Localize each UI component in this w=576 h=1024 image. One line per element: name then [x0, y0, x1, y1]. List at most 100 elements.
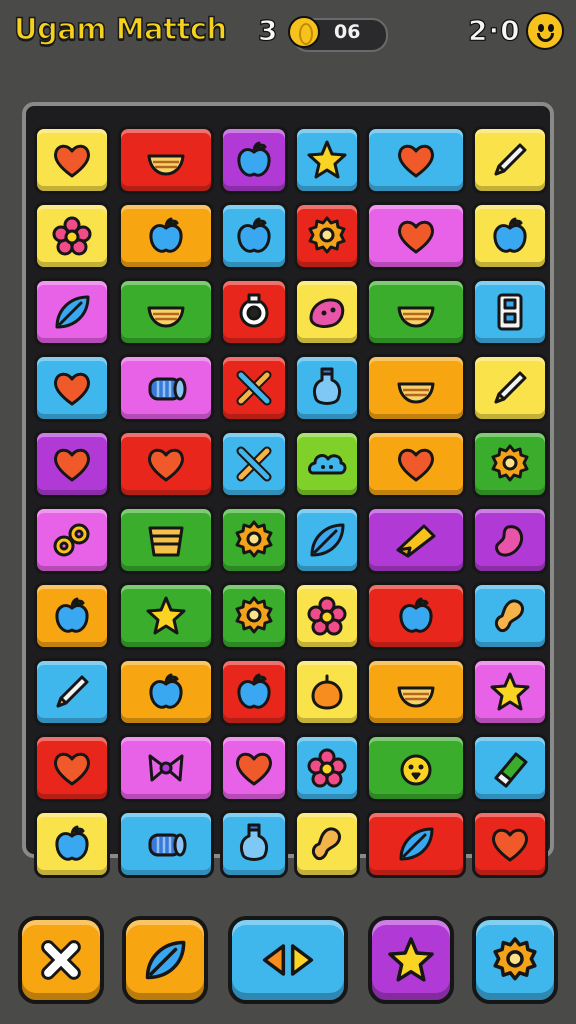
score-display: 2·0: [467, 13, 521, 47]
tile-bow[interactable]: [118, 734, 214, 802]
tile-heart[interactable]: [220, 734, 288, 802]
coin-count: 06: [334, 21, 361, 43]
smiley-icon[interactable]: [526, 12, 564, 50]
scroll-icon: [148, 377, 187, 401]
leaf-icon: [399, 827, 434, 861]
tile-peanut[interactable]: [294, 810, 360, 878]
tile-bowl[interactable]: [118, 126, 214, 194]
cloud-icon: [308, 454, 347, 475]
tile-cheese[interactable]: [366, 506, 466, 574]
tile-pencil[interactable]: [472, 354, 548, 422]
swap-button[interactable]: [228, 916, 348, 1004]
tile-heart[interactable]: [34, 354, 110, 422]
tile-cross-sticks[interactable]: [220, 354, 288, 422]
smiley-eye: [548, 24, 554, 32]
tile-chick[interactable]: [366, 734, 466, 802]
tile-ring[interactable]: [220, 278, 288, 346]
tile-apple[interactable]: [220, 658, 288, 726]
tile-gear[interactable]: [220, 506, 288, 574]
tile-pencil[interactable]: [472, 126, 548, 194]
tile-bottle[interactable]: [294, 354, 360, 422]
tile-heart[interactable]: [34, 126, 110, 194]
tile-bowl[interactable]: [366, 354, 466, 422]
tile-heart[interactable]: [118, 430, 214, 498]
tile-apple[interactable]: [34, 582, 110, 650]
tile-basket[interactable]: [118, 506, 214, 574]
tile-orange-fruit[interactable]: [294, 658, 360, 726]
tile-bowl[interactable]: [118, 278, 214, 346]
tile-eraser[interactable]: [472, 734, 548, 802]
bowl-icon: [397, 686, 435, 708]
smiley-eye: [538, 24, 544, 32]
flower-icon: [52, 216, 92, 256]
tile-star[interactable]: [472, 658, 548, 726]
tile-apple[interactable]: [366, 582, 466, 650]
tile-heart[interactable]: [34, 734, 110, 802]
tile-flower[interactable]: [34, 202, 110, 270]
tile-heart[interactable]: [366, 430, 466, 498]
game-header: Ugam Mattch 3 06 2·0: [0, 0, 576, 70]
leaf-icon: [310, 523, 345, 557]
tile-heart[interactable]: [34, 430, 110, 498]
tile-scroll[interactable]: [118, 354, 214, 422]
tile-gear[interactable]: [220, 582, 288, 650]
tile-scroll[interactable]: [118, 810, 214, 878]
tile-leaf[interactable]: [34, 278, 110, 346]
tile-bowl[interactable]: [366, 278, 466, 346]
tile-leaf[interactable]: [294, 506, 360, 574]
tile-apple[interactable]: [220, 202, 288, 270]
tile-flower[interactable]: [294, 734, 360, 802]
gear-icon: [493, 937, 537, 981]
tile-bottle[interactable]: [220, 810, 288, 878]
tile-apple[interactable]: [118, 658, 214, 726]
tile-apple[interactable]: [472, 202, 548, 270]
game-title: Ugam Mattch: [13, 11, 228, 47]
apple-icon: [55, 597, 89, 633]
tile-leaf[interactable]: [366, 810, 466, 878]
tile-bowl[interactable]: [366, 658, 466, 726]
tile-heart[interactable]: [472, 810, 548, 878]
close-button[interactable]: [18, 916, 104, 1004]
tile-block[interactable]: [472, 278, 548, 346]
bowl-icon: [397, 306, 435, 328]
heart-icon: [54, 144, 90, 178]
leaf-icon: [55, 295, 90, 329]
settings-button[interactable]: [472, 916, 558, 1004]
bowl-icon: [147, 154, 185, 176]
heart-icon: [398, 448, 434, 482]
bottle-icon: [239, 823, 269, 861]
tile-apple[interactable]: [34, 810, 110, 878]
tile-star[interactable]: [118, 582, 214, 650]
tile-cloud[interactable]: [294, 430, 360, 498]
tile-blob[interactable]: [294, 278, 360, 346]
star-button[interactable]: [368, 916, 454, 1004]
heart-icon: [148, 448, 184, 482]
tile-gear[interactable]: [472, 430, 548, 498]
tile-pencil[interactable]: [34, 658, 110, 726]
orange-fruit-icon: [311, 674, 343, 710]
bean-icon: [494, 525, 524, 557]
scroll-icon: [148, 833, 187, 857]
tile-apple[interactable]: [118, 202, 214, 270]
tile-heart[interactable]: [366, 202, 466, 270]
peanut-icon: [311, 827, 342, 861]
tile-gear[interactable]: [294, 202, 360, 270]
leaf-button[interactable]: [122, 916, 208, 1004]
tile-chain[interactable]: [34, 506, 110, 574]
tile-bean[interactable]: [472, 506, 548, 574]
heart-icon: [398, 220, 434, 254]
apple-icon: [237, 673, 271, 709]
close-icon: [41, 940, 81, 980]
tile-peanut[interactable]: [472, 582, 548, 650]
tile-star[interactable]: [294, 126, 360, 194]
tile-apple[interactable]: [220, 126, 288, 194]
eraser-icon: [494, 752, 528, 788]
tile-heart[interactable]: [366, 126, 466, 194]
bowl-icon: [147, 306, 185, 328]
apple-icon: [237, 217, 271, 253]
heart-icon: [54, 752, 90, 786]
tile-cross-sticks[interactable]: [220, 430, 288, 498]
leaf-icon: [145, 940, 186, 980]
tile-flower[interactable]: [294, 582, 360, 650]
star-icon: [307, 140, 347, 179]
